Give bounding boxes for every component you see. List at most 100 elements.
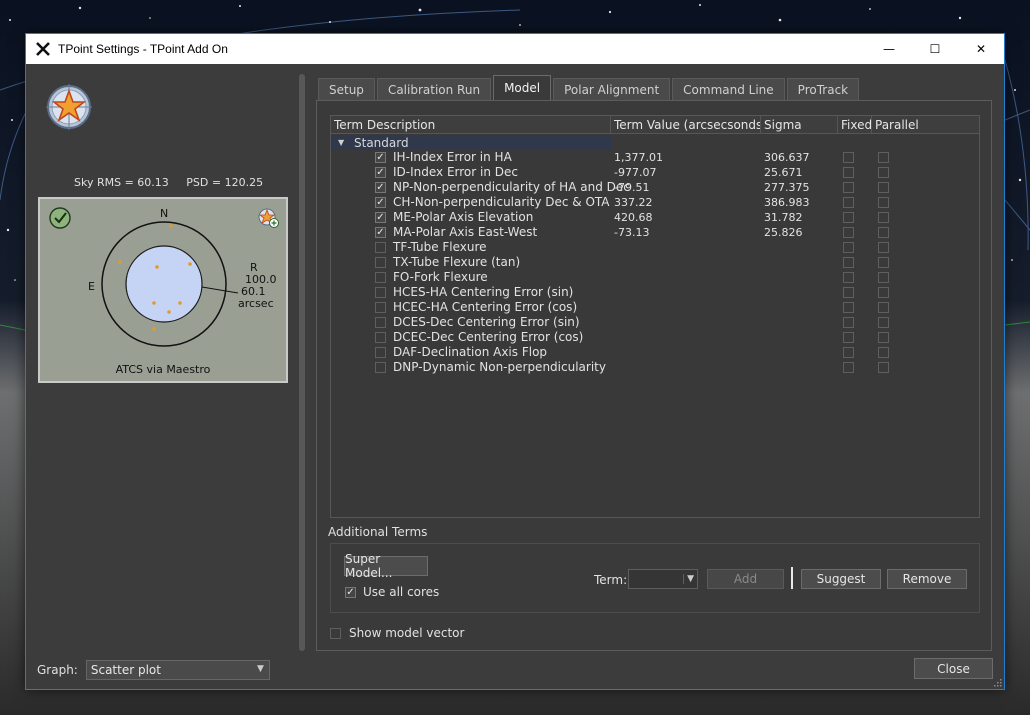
parallel-checkbox[interactable] (878, 347, 889, 358)
parallel-checkbox[interactable] (878, 197, 889, 208)
remove-term-button[interactable]: Remove (887, 569, 967, 589)
term-enabled-checkbox[interactable] (375, 257, 386, 268)
term-row[interactable]: TX-Tube Flexure (tan) (331, 255, 979, 270)
term-row[interactable]: ✓ MA-Polar Axis East-West -73.13 25.826 (331, 225, 979, 240)
term-enabled-checkbox[interactable]: ✓ (375, 212, 386, 223)
term-row[interactable]: ✓ ID-Index Error in Dec -977.07 25.671 (331, 165, 979, 180)
term-enabled-checkbox[interactable] (375, 332, 386, 343)
fixed-checkbox[interactable] (843, 212, 854, 223)
resize-grip-icon[interactable] (992, 677, 1002, 687)
tab-setup[interactable]: Setup (318, 78, 375, 100)
parallel-checkbox[interactable] (878, 257, 889, 268)
fixed-checkbox[interactable] (843, 167, 854, 178)
term-enabled-checkbox[interactable] (375, 347, 386, 358)
tab-command-line[interactable]: Command Line (672, 78, 785, 100)
parallel-checkbox[interactable] (878, 182, 889, 193)
fixed-checkbox[interactable] (843, 182, 854, 193)
term-name: FO-Fork Flexure (393, 270, 488, 284)
fixed-checkbox[interactable] (843, 197, 854, 208)
title-bar[interactable]: TPoint Settings - TPoint Add On — ☐ ✕ (26, 34, 1004, 64)
fixed-checkbox[interactable] (843, 257, 854, 268)
term-sigma: 25.671 (764, 166, 803, 179)
additional-terms-group: Super Model... ✓ Use all cores Term: ▼ A… (330, 543, 980, 613)
residual-point (155, 265, 159, 269)
header-parallel[interactable]: Parallel (872, 116, 932, 134)
parallel-checkbox[interactable] (878, 212, 889, 223)
maximize-button[interactable]: ☐ (912, 34, 958, 64)
term-enabled-checkbox[interactable] (375, 302, 386, 313)
term-enabled-checkbox[interactable] (375, 242, 386, 253)
term-enabled-checkbox[interactable] (375, 317, 386, 328)
parallel-checkbox[interactable] (878, 152, 889, 163)
use-all-cores-checkbox[interactable]: ✓ (345, 586, 356, 598)
term-row[interactable]: ✓ CH-Non-perpendicularity Dec & OTA 337.22… (331, 195, 979, 210)
header-term-description[interactable]: Term Description (331, 116, 611, 134)
term-row[interactable]: DCEC-Dec Centering Error (cos) (331, 330, 979, 345)
fixed-checkbox[interactable] (843, 227, 854, 238)
group-standard[interactable]: ▼ Standard (331, 135, 611, 150)
left-panel: Sky RMS = 60.13 PSD = 120.25 N E R 100.0… (26, 64, 298, 691)
add-term-button[interactable]: Add (707, 569, 784, 589)
parallel-checkbox[interactable] (878, 167, 889, 178)
term-enabled-checkbox[interactable] (375, 287, 386, 298)
term-enabled-checkbox[interactable]: ✓ (375, 167, 386, 178)
parallel-checkbox[interactable] (878, 362, 889, 373)
term-enabled-checkbox[interactable]: ✓ (375, 197, 386, 208)
term-row[interactable]: DNP-Dynamic Non-perpendicularity (331, 360, 979, 375)
term-enabled-checkbox[interactable]: ✓ (375, 182, 386, 193)
super-model-button[interactable]: Super Model... (344, 552, 428, 580)
show-model-vector-checkbox[interactable] (330, 627, 341, 639)
parallel-checkbox[interactable] (878, 287, 889, 298)
term-row[interactable]: ✓ ME-Polar Axis Elevation 420.68 31.782 (331, 210, 979, 225)
parallel-checkbox[interactable] (878, 242, 889, 253)
minimize-icon: — (883, 42, 895, 56)
term-row[interactable]: DCES-Dec Centering Error (sin) (331, 315, 979, 330)
header-sigma[interactable]: Sigma (761, 116, 838, 134)
fixed-checkbox[interactable] (843, 362, 854, 373)
collapse-triangle-icon[interactable]: ▼ (338, 138, 354, 147)
fixed-checkbox[interactable] (843, 152, 854, 163)
tab-calibration-run[interactable]: Calibration Run (376, 78, 492, 100)
fixed-checkbox[interactable] (843, 272, 854, 283)
term-row[interactable]: TF-Tube Flexure (331, 240, 979, 255)
graph-type-select[interactable]: Scatter plot ▼ (85, 660, 270, 680)
term-enabled-checkbox[interactable] (375, 272, 386, 283)
term-row[interactable]: FO-Fork Flexure (331, 270, 979, 285)
term-enabled-checkbox[interactable]: ✓ (375, 152, 386, 163)
residual-point (118, 260, 122, 264)
term-sigma: 31.782 (764, 211, 803, 224)
parallel-checkbox[interactable] (878, 272, 889, 283)
term-row[interactable]: HCEC-HA Centering Error (cos) (331, 300, 979, 315)
fixed-checkbox[interactable] (843, 317, 854, 328)
parallel-checkbox[interactable] (878, 317, 889, 328)
close-window-button[interactable]: ✕ (958, 34, 1004, 64)
tab-model[interactable]: Model (493, 75, 552, 100)
term-enabled-checkbox[interactable]: ✓ (375, 227, 386, 238)
fixed-checkbox[interactable] (843, 332, 854, 343)
tab-protrack[interactable]: ProTrack (786, 78, 860, 100)
header-term-value[interactable]: Term Value (arcsecsonds) (611, 116, 761, 134)
show-model-vector-row[interactable]: Show model vector (330, 626, 464, 640)
minimize-button[interactable]: — (866, 34, 912, 64)
header-fixed[interactable]: Fixed (838, 116, 872, 134)
term-row[interactable]: DAF-Declination Axis Flop (331, 345, 979, 360)
fixed-checkbox[interactable] (843, 287, 854, 298)
parallel-checkbox[interactable] (878, 227, 889, 238)
fixed-checkbox[interactable] (843, 347, 854, 358)
use-all-cores-row[interactable]: ✓ Use all cores (345, 585, 439, 599)
parallel-checkbox[interactable] (878, 332, 889, 343)
close-button[interactable]: Close (914, 658, 993, 679)
panel-splitter[interactable] (299, 74, 305, 651)
fixed-checkbox[interactable] (843, 302, 854, 313)
term-select[interactable]: ▼ (628, 569, 698, 589)
term-enabled-checkbox[interactable] (375, 362, 386, 373)
fixed-checkbox[interactable] (843, 242, 854, 253)
term-sigma: 386.983 (764, 196, 810, 209)
scatter-plot[interactable]: N E R 100.0 60.1 arcsec ATCS via Maestro (38, 197, 288, 383)
term-row[interactable]: ✓ IH-Index Error in HA 1,377.01 306.637 (331, 150, 979, 165)
term-row[interactable]: ✓ NP-Non-perpendicularity of HA and Dec -7… (331, 180, 979, 195)
parallel-checkbox[interactable] (878, 302, 889, 313)
suggest-button[interactable]: Suggest (801, 569, 881, 589)
term-row[interactable]: HCES-HA Centering Error (sin) (331, 285, 979, 300)
tab-polar-alignment[interactable]: Polar Alignment (553, 78, 671, 100)
